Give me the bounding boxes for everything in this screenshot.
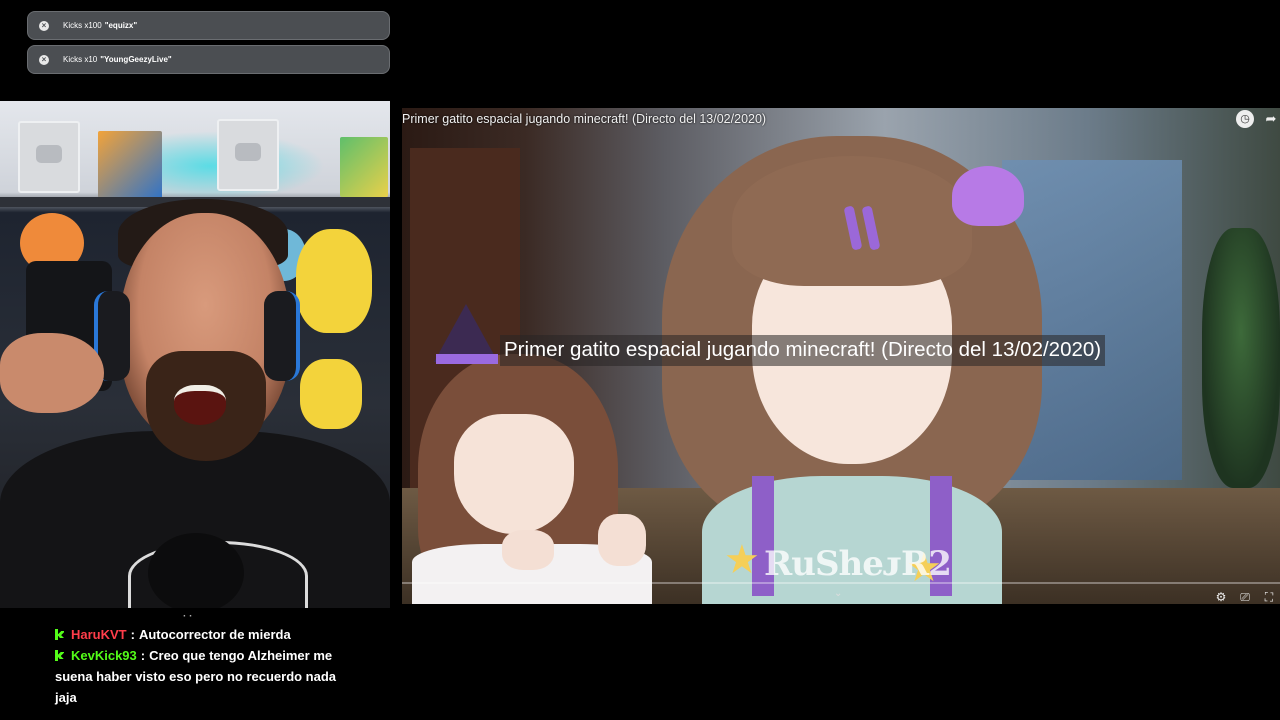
close-icon[interactable]: ×: [39, 54, 49, 65]
video-overlay-title: Primer gatito espacial jugando minecraft…: [500, 335, 1106, 366]
close-icon[interactable]: ×: [39, 20, 49, 31]
chevron-down-icon[interactable]: ⌄: [834, 588, 842, 599]
kick-alerts: × Kicks x100 "equizx" × Kicks x10 "Young…: [27, 11, 390, 79]
chat-text: Autocorrector de mierda: [138, 627, 291, 642]
chat-username[interactable]: HaruKVT: [71, 627, 127, 642]
channel-watermark: RuSheᴊR2: [764, 544, 952, 584]
chat-message: HaruKVT: Autocorrector de mierda: [55, 624, 345, 645]
gear-icon[interactable]: ⚙: [1214, 590, 1228, 604]
play-button-plaque: [217, 119, 279, 191]
alert-amount: Kicks x100: [63, 21, 102, 30]
chat-username[interactable]: KevKick93: [71, 648, 137, 663]
pokemon-card: [340, 137, 388, 197]
alert-user: "equizx": [104, 21, 138, 30]
streamer-mouth: [174, 385, 226, 425]
player-top-controls: ◷ ➦: [1236, 110, 1280, 128]
alert-amount: Kicks x10: [63, 55, 98, 64]
cast-icon[interactable]: ⎚: [1238, 590, 1252, 604]
progress-bar[interactable]: [402, 582, 1280, 584]
chat-message: KevKick93: Creo que tengo Alzheimer me su…: [55, 645, 345, 708]
streamer-hand: [0, 333, 104, 413]
fullscreen-icon[interactable]: ⛶: [1262, 590, 1276, 604]
video-player[interactable]: Primer gatito espacial jugando minecraft…: [402, 108, 1280, 604]
chat-separator: :: [130, 627, 135, 642]
kick-logo-icon: [55, 629, 65, 640]
slime-icon: [952, 166, 1024, 226]
headphones-icon: [264, 291, 300, 381]
vtuber-character-small: [402, 304, 658, 604]
chat-scroll-dots: · ·: [183, 611, 193, 622]
vtuber-character-large: [662, 136, 1042, 604]
kick-alert[interactable]: × Kicks x100 "equizx": [27, 11, 390, 40]
video-title[interactable]: Primer gatito espacial jugando minecraft…: [402, 112, 766, 126]
play-button-plaque: [18, 121, 80, 193]
kick-logo-icon: [55, 650, 65, 661]
kick-alert[interactable]: × Kicks x10 "YoungGeezyLive": [27, 45, 390, 74]
alert-user: "YoungGeezyLive": [100, 55, 172, 64]
star-icon: ★: [724, 538, 760, 582]
microphone: [148, 533, 244, 608]
player-bottom-controls: ⚙ ⎚ ⛶: [1214, 590, 1276, 604]
chat-overlay: · · HaruKVT: Autocorrector de mierda KevK…: [55, 611, 345, 708]
pokemon-card: [98, 131, 162, 201]
scene-plant: [1202, 228, 1280, 488]
webcam-feed: [0, 101, 390, 608]
pikachu-plush: [296, 229, 372, 333]
share-icon[interactable]: ➦: [1262, 110, 1280, 128]
pikachu-plush: [300, 359, 362, 429]
chat-separator: :: [140, 648, 146, 663]
clock-icon[interactable]: ◷: [1236, 110, 1254, 128]
